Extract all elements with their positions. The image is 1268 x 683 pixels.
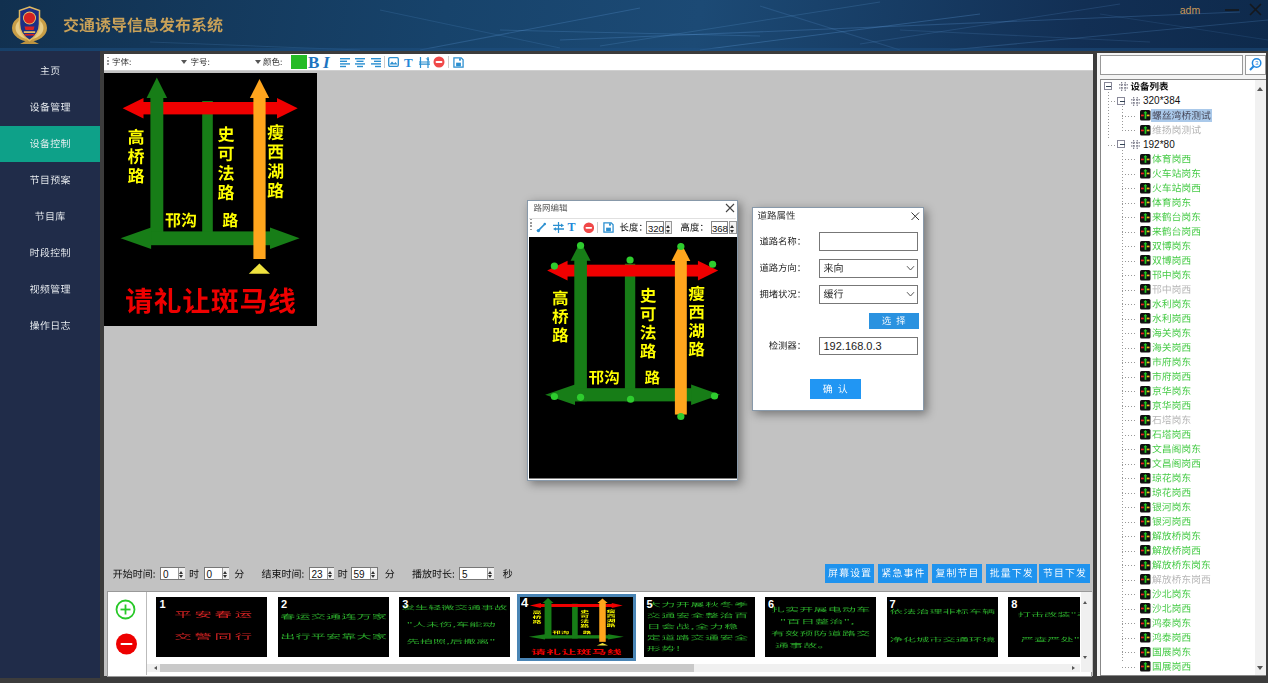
svg-text:3: 3: [1254, 60, 1258, 66]
